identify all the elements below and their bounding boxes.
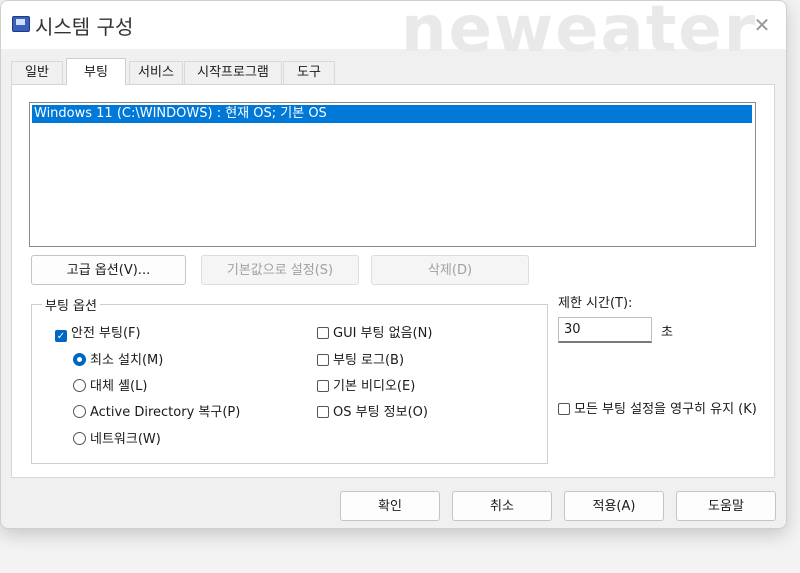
os-list[interactable]: Windows 11 (C:\WINDOWS) : 현재 OS; 기본 OS (29, 102, 756, 247)
radio-icon (73, 432, 86, 445)
checkbox-icon (558, 403, 570, 415)
checkbox-icon (317, 354, 329, 366)
checkbox-icon (317, 327, 329, 339)
os-list-item[interactable]: Windows 11 (C:\WINDOWS) : 현재 OS; 기본 OS (32, 105, 752, 123)
tab-general[interactable]: 일반 (11, 61, 63, 84)
radio-selected-icon (73, 353, 86, 366)
system-config-icon (12, 16, 30, 32)
persist-boot-settings-checkbox[interactable]: 모든 부팅 설정을 영구히 유지 (K) (558, 401, 773, 418)
alternate-shell-radio[interactable]: 대체 셸(L) (73, 379, 147, 395)
tab-tools[interactable]: 도구 (283, 61, 335, 84)
system-configuration-window: 시스템 구성 neweater ✕ 일반 부팅 서비스 시작프로그램 도구 Wi… (0, 0, 787, 529)
tab-startup[interactable]: 시작프로그램 (184, 61, 282, 84)
tab-boot[interactable]: 부팅 (66, 58, 126, 85)
timeout-label: 제한 시간(T): (558, 296, 633, 311)
radio-icon (73, 405, 86, 418)
safe-boot-checkbox[interactable]: ✓ 안전 부팅(F) (55, 326, 141, 342)
watermark-text: neweater (401, 0, 758, 67)
radio-icon (73, 379, 86, 392)
title-bar: 시스템 구성 neweater ✕ (1, 1, 786, 67)
base-video-checkbox[interactable]: 기본 비디오(E) (317, 379, 415, 395)
tab-services[interactable]: 서비스 (129, 61, 183, 84)
minimal-radio[interactable]: 최소 설치(M) (73, 353, 163, 369)
ok-button[interactable]: 확인 (340, 491, 440, 521)
network-radio[interactable]: 네트워크(W) (73, 432, 161, 448)
close-icon[interactable]: ✕ (748, 13, 776, 37)
boot-log-checkbox[interactable]: 부팅 로그(B) (317, 353, 404, 369)
timeout-unit: 초 (661, 325, 673, 340)
window-title: 시스템 구성 (35, 15, 134, 39)
advanced-options-button[interactable]: 고급 옵션(V)... (31, 255, 186, 285)
checkbox-icon (317, 406, 329, 418)
boot-options-group: 부팅 옵션 ✓ 안전 부팅(F) 최소 설치(M) 대체 셸(L) Active … (31, 295, 548, 464)
apply-button[interactable]: 적용(A) (564, 491, 664, 521)
help-button[interactable]: 도움말 (676, 491, 776, 521)
set-default-button[interactable]: 기본값으로 설정(S) (201, 255, 359, 285)
check-icon: ✓ (55, 330, 67, 342)
no-gui-boot-checkbox[interactable]: GUI 부팅 없음(N) (317, 326, 432, 342)
checkbox-icon (317, 380, 329, 392)
active-directory-radio[interactable]: Active Directory 복구(P) (73, 405, 240, 421)
boot-options-label: 부팅 옵션 (42, 295, 100, 314)
boot-tab-panel: Windows 11 (C:\WINDOWS) : 현재 OS; 기본 OS 고… (11, 84, 775, 478)
delete-button[interactable]: 삭제(D) (371, 255, 529, 285)
timeout-input[interactable]: 30 (558, 317, 652, 343)
os-boot-info-checkbox[interactable]: OS 부팅 정보(O) (317, 405, 428, 421)
cancel-button[interactable]: 취소 (452, 491, 552, 521)
